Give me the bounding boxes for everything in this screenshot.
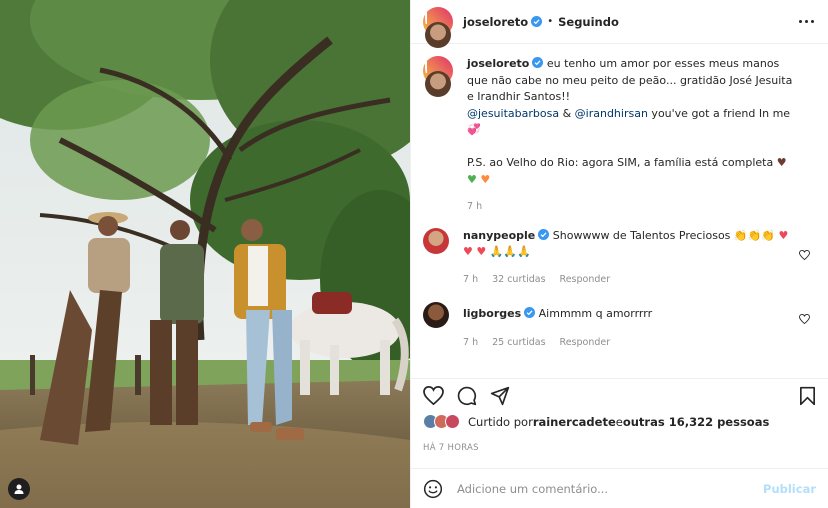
dot-icon (799, 20, 802, 23)
red-heart-emoji: ♥ ♥ (463, 245, 487, 258)
caption-meta: 7 h (467, 199, 798, 216)
verified-icon (538, 228, 550, 240)
comment-username[interactable]: ligborges (463, 307, 521, 320)
post-header: joseloreto • Seguindo (411, 0, 828, 63)
publish-button[interactable]: Publicar (763, 482, 816, 496)
comment-time: 7 h (463, 336, 479, 348)
comment-text: Aimmmm q amorrrrr (538, 307, 653, 320)
author-avatar[interactable] (423, 56, 453, 112)
liker-avatar (445, 414, 460, 429)
comment-icon[interactable] (457, 386, 477, 406)
more-options-button[interactable] (799, 20, 814, 23)
separator-dot: • (547, 16, 554, 27)
author-username[interactable]: joseloreto (463, 15, 528, 29)
likes-middle: e (615, 414, 623, 429)
caption-ps: P.S. ao Velho do Rio: agora SIM, a famíl… (467, 156, 774, 169)
emoji-icon[interactable] (423, 479, 443, 499)
verified-icon (524, 307, 536, 318)
comments-list[interactable]: joseloreto eu tenho um amor por esses me… (411, 44, 828, 364)
red-heart-emoji: ♥ (778, 228, 789, 242)
comment-text: Showwww de Talentos Preciosos (552, 228, 731, 242)
post-panel: joseloreto • Seguindo joseloreto eu tenh… (410, 0, 828, 508)
comment-username[interactable]: nanypeople (463, 229, 535, 242)
likes-others[interactable]: outras 16,322 pessoas (623, 415, 769, 429)
commenter-avatar[interactable] (423, 302, 449, 328)
user-icon (14, 484, 24, 494)
verified-icon (532, 57, 544, 68)
mention-link[interactable]: @irandhirsan (575, 107, 648, 120)
tagged-users-button[interactable] (8, 478, 30, 500)
verified-icon (531, 16, 543, 27)
comment-likes[interactable]: 32 curtidas (492, 272, 545, 289)
reply-button[interactable]: Responder (560, 335, 611, 352)
caption: joseloreto eu tenho um amor por esses me… (423, 56, 814, 216)
follow-button[interactable]: Seguindo (558, 15, 619, 29)
comment-likes[interactable]: 25 curtidas (492, 335, 545, 352)
dot-icon (811, 20, 814, 23)
commenter-avatar[interactable] (423, 227, 449, 254)
like-heart-icon[interactable] (423, 386, 444, 405)
liker-avatars (423, 414, 460, 429)
comment-meta: 7 h 25 curtidas Responder (463, 335, 798, 352)
mention-link[interactable]: @jesuitabarbosa (467, 107, 559, 120)
comment-item: ligborges Aimmmm q amorrrrr 7 h 25 curti… (423, 302, 814, 351)
share-icon[interactable] (490, 386, 510, 406)
save-bookmark-icon[interactable] (799, 386, 816, 406)
action-bar (411, 378, 828, 408)
comment-meta: 7 h 32 curtidas Responder (463, 272, 798, 289)
add-comment-bar: Publicar (411, 468, 828, 508)
author-avatar[interactable] (423, 6, 453, 63)
likes-summary[interactable]: Curtido por rainercadete e outras 16,322… (423, 414, 769, 429)
like-comment-heart-icon[interactable] (799, 249, 810, 260)
dot-icon (805, 20, 808, 23)
brown-heart-emoji: ♥ (776, 156, 787, 169)
comment-time: 7 h (463, 273, 479, 285)
green-heart-emoji: ♥ (467, 172, 477, 186)
likes-prefix: Curtido por (468, 414, 533, 429)
comment-input[interactable] (457, 481, 764, 496)
reply-button[interactable]: Responder (560, 272, 611, 289)
caption-text: you've got a friend In me (647, 106, 791, 120)
photo-scene (0, 0, 410, 508)
likes-user[interactable]: rainercadete (533, 415, 616, 429)
caption-username[interactable]: joseloreto (467, 57, 529, 70)
pray-emojis: 🙏🙏🙏 (489, 245, 531, 258)
caption-amp: & (559, 106, 575, 120)
emoji-hearts: 💞 (467, 123, 481, 136)
caption-time: 7 h (467, 201, 483, 212)
comment-item: nanypeople Showwww de Talentos Preciosos… (423, 227, 814, 289)
post-photo[interactable] (0, 0, 410, 508)
orange-heart-emoji: ♥ (480, 172, 491, 186)
like-comment-heart-icon[interactable] (799, 314, 810, 324)
clap-emojis: 👏👏👏 (733, 228, 775, 242)
post-time-ago[interactable]: HÁ 7 HORAS (423, 443, 479, 453)
